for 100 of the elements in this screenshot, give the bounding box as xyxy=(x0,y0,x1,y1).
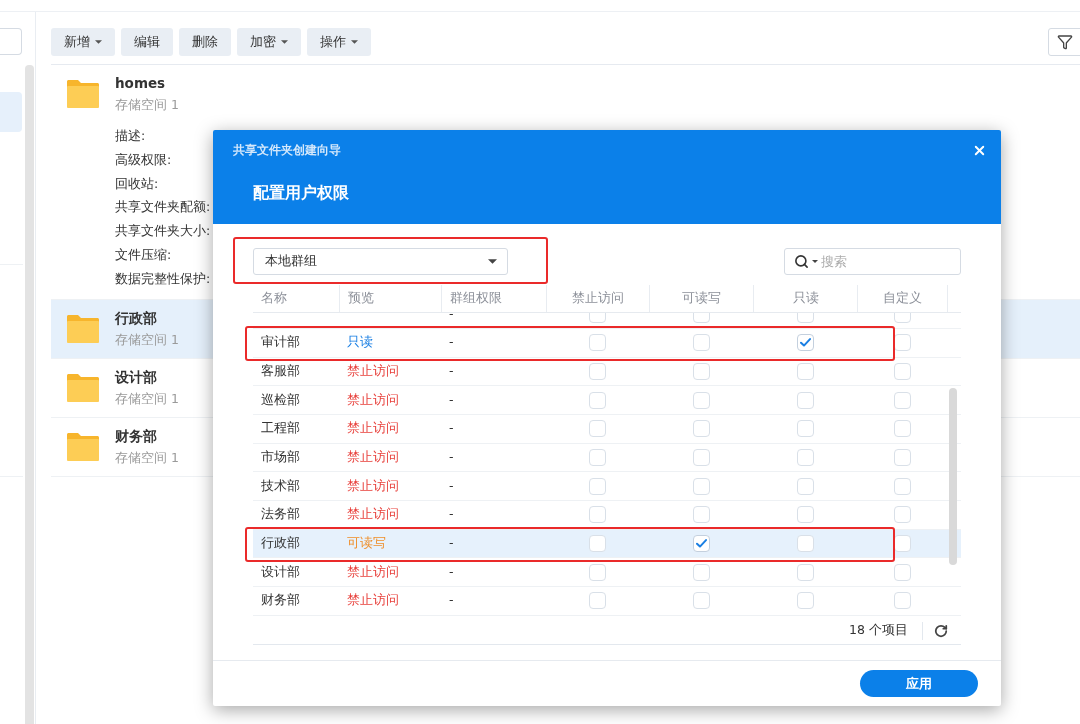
checkbox[interactable] xyxy=(589,563,606,581)
group-permission: - xyxy=(449,476,454,495)
checkbox[interactable] xyxy=(692,534,710,552)
checkbox[interactable] xyxy=(893,563,911,581)
checkbox[interactable] xyxy=(893,391,911,409)
group-permission: - xyxy=(449,313,454,323)
checkbox[interactable] xyxy=(692,420,710,438)
toolbar-button[interactable]: 新增 xyxy=(51,28,115,56)
group-permission: - xyxy=(449,390,454,409)
toolbar-button[interactable]: 加密 xyxy=(237,28,301,56)
preview-text: 可读写 xyxy=(347,534,386,552)
group-name: 法务部 xyxy=(261,505,300,524)
checkbox[interactable] xyxy=(796,362,814,380)
checkbox[interactable] xyxy=(893,477,911,495)
folder-name: 行政部 xyxy=(115,308,158,327)
dialog-heading: 配置用户权限 xyxy=(253,182,349,204)
folder-subtitle: 存储空间 1 xyxy=(115,389,179,408)
checkbox[interactable] xyxy=(893,420,911,438)
checkbox[interactable] xyxy=(589,534,606,552)
detail-label: 文件压缩: xyxy=(115,246,173,264)
sidebar-item[interactable] xyxy=(0,92,22,132)
checkmark-icon xyxy=(695,538,707,548)
dialog-title: 共享文件夹创建向导 xyxy=(233,142,341,158)
checkbox[interactable] xyxy=(893,592,911,610)
folder-name: 设计部 xyxy=(115,367,158,386)
checkbox[interactable] xyxy=(589,448,606,466)
checkbox[interactable] xyxy=(589,420,606,438)
group-name: 财务部 xyxy=(261,591,300,610)
folder-name: homes xyxy=(115,74,167,92)
detail-label: 高级权限: xyxy=(115,150,173,169)
checkbox[interactable] xyxy=(589,477,606,495)
group-dropdown[interactable]: 本地群组 xyxy=(253,248,508,275)
checkbox[interactable] xyxy=(796,563,814,581)
group-permission: - xyxy=(449,534,454,552)
checkbox[interactable] xyxy=(692,506,710,524)
apply-button[interactable]: 应用 xyxy=(860,670,978,697)
preview-text: 禁止访问 xyxy=(347,390,399,409)
preview-text: 禁止访问 xyxy=(347,562,399,581)
group-permission: - xyxy=(449,505,454,524)
checkbox[interactable] xyxy=(692,391,710,409)
refresh-button[interactable] xyxy=(933,622,949,639)
group-name: 设计部 xyxy=(261,562,300,581)
checkbox[interactable] xyxy=(692,592,710,610)
preview-text: 禁止访问 xyxy=(347,591,399,610)
checkbox[interactable] xyxy=(796,477,814,495)
folder-name: 财务部 xyxy=(115,426,158,445)
checkbox[interactable] xyxy=(893,506,911,524)
checkbox[interactable] xyxy=(589,592,606,610)
filter-button[interactable] xyxy=(1048,28,1080,56)
group-name: 行政部 xyxy=(261,534,300,552)
checkbox[interactable] xyxy=(692,477,710,495)
checkbox[interactable] xyxy=(796,506,814,524)
checkbox[interactable] xyxy=(796,592,814,610)
checkmark-icon xyxy=(799,338,811,348)
checkbox[interactable] xyxy=(692,448,710,466)
detail-label: 数据完整性保护: xyxy=(115,269,211,288)
checkbox[interactable] xyxy=(589,362,606,380)
preview-text: 禁止访问 xyxy=(347,476,399,495)
checkbox[interactable] xyxy=(692,334,710,352)
toolbar-button[interactable]: 编辑 xyxy=(121,28,173,56)
caret-icon xyxy=(812,260,818,263)
checkbox[interactable] xyxy=(893,362,911,380)
item-count: 18 个项目 xyxy=(849,621,908,640)
preview-text: 禁止访问 xyxy=(347,419,399,438)
group-permission: - xyxy=(449,419,454,438)
toolbar-button[interactable]: 操作 xyxy=(307,28,371,56)
group-name: 技术部 xyxy=(261,476,300,495)
checkbox[interactable] xyxy=(796,534,814,552)
checkbox[interactable] xyxy=(796,391,814,409)
detail-label: 描述: xyxy=(115,127,147,145)
filter-icon xyxy=(1057,34,1073,50)
detail-label: 共享文件夹大小: xyxy=(115,222,211,241)
toolbar-button[interactable]: 删除 xyxy=(179,28,231,56)
checkbox[interactable] xyxy=(589,391,606,409)
checkbox[interactable] xyxy=(796,448,814,466)
checkbox[interactable] xyxy=(796,334,814,352)
folder-icon xyxy=(67,432,99,461)
input-field[interactable] xyxy=(0,28,22,55)
folder-icon xyxy=(67,314,99,343)
detail-label: 回收站: xyxy=(115,174,160,193)
preview-text: 禁止访问 xyxy=(347,505,399,524)
folder-subtitle: 存储空间 1 xyxy=(115,330,179,349)
group-permission: - xyxy=(449,333,454,352)
checkbox[interactable] xyxy=(692,563,710,581)
checkbox[interactable] xyxy=(589,506,606,524)
search-field[interactable]: 搜索 xyxy=(784,248,961,275)
group-name: 巡检部 xyxy=(261,390,300,409)
checkbox[interactable] xyxy=(796,420,814,438)
scrollbar[interactable] xyxy=(949,388,957,565)
folder-icon xyxy=(67,373,99,402)
group-name: 工程部 xyxy=(261,419,300,438)
checkbox[interactable] xyxy=(893,448,911,466)
group-name: 市场部 xyxy=(261,448,300,467)
checkbox[interactable] xyxy=(692,362,710,380)
scrollbar[interactable] xyxy=(25,65,34,724)
group-permission: - xyxy=(449,448,454,467)
search-icon xyxy=(794,254,809,269)
checkbox[interactable] xyxy=(589,334,606,352)
preview-text: 只读 xyxy=(347,333,373,352)
preview-text: 禁止访问 xyxy=(347,448,399,467)
